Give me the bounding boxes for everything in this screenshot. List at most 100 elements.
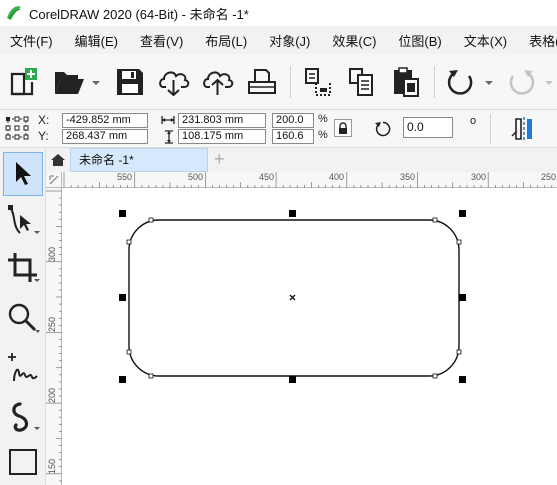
artistic-brush-icon: [12, 402, 40, 432]
ruler-label: 400: [329, 172, 345, 182]
toolbar-separator: [290, 66, 291, 98]
property-bar: X: Y: -429.852 mm 268.437 mm 231.803 mm …: [0, 110, 557, 148]
new-tab-button[interactable]: +: [214, 150, 225, 168]
rectangle-icon: [9, 449, 37, 475]
save-button[interactable]: [112, 64, 148, 100]
redo-button[interactable]: [502, 64, 554, 100]
resize-handle-bottom-right: [459, 376, 466, 383]
corner-node: [148, 373, 154, 379]
freehand-tool[interactable]: [3, 346, 43, 390]
rotation-field[interactable]: 0.0: [403, 117, 453, 138]
reference-point-icon[interactable]: [5, 116, 29, 140]
coreldraw-logo-icon: [7, 6, 21, 20]
shape-tool[interactable]: [3, 198, 43, 242]
pointer-arrow-icon: [16, 162, 31, 185]
ruler-origin-icon: [49, 175, 59, 185]
corner-node: [456, 349, 462, 355]
scale-x-field[interactable]: 200.0: [272, 113, 314, 128]
menu-file[interactable]: 文件(F): [2, 31, 61, 50]
height-field[interactable]: 108.175 mm: [178, 129, 266, 144]
document-tab[interactable]: 未命名 -1*: [70, 148, 208, 172]
redo-icon: [509, 70, 553, 95]
scale-y-field[interactable]: 160.6: [272, 129, 314, 144]
menu-view[interactable]: 查看(V): [132, 31, 191, 50]
y-label: Y:: [38, 129, 49, 143]
vertical-ruler[interactable]: 300 250 200 150: [46, 188, 62, 485]
home-icon: [51, 154, 65, 166]
export-button[interactable]: [344, 64, 380, 100]
ruler-origin[interactable]: [46, 172, 62, 188]
lock-icon: [339, 121, 347, 134]
zoom-tool[interactable]: [3, 296, 43, 340]
ruler-label: 350: [400, 172, 416, 182]
corner-node: [456, 239, 462, 245]
menu-object[interactable]: 对象(J): [261, 31, 318, 50]
canvas-drawing: [119, 210, 466, 383]
height-icon: [165, 130, 173, 144]
resize-handle-left: [119, 294, 126, 301]
crop-tool[interactable]: [3, 246, 43, 290]
menu-bitmaps[interactable]: 位图(B): [390, 31, 449, 50]
scale-y-percent: %: [318, 129, 328, 141]
rounded-rectangle-shape[interactable]: [128, 219, 460, 377]
corner-nodes: [126, 217, 462, 379]
x-label: X:: [38, 113, 50, 127]
pick-tool[interactable]: [3, 152, 43, 196]
menu-layout[interactable]: 布局(L): [197, 31, 255, 50]
width-icon: [161, 116, 175, 124]
title-bar: CorelDRAW 2020 (64-Bit) - 未命名 -1*: [0, 0, 557, 26]
drawing-canvas[interactable]: [62, 188, 557, 485]
corner-node: [432, 217, 438, 223]
center-marker-icon[interactable]: [289, 294, 296, 301]
ruler-label: 300: [47, 246, 57, 262]
selection-handles[interactable]: [119, 210, 466, 383]
open-folder-icon: [55, 72, 100, 94]
rectangle-tool[interactable]: [3, 440, 43, 484]
resize-handle-right: [459, 294, 466, 301]
new-document-icon: [10, 68, 37, 96]
ruler-label: 300: [471, 172, 487, 182]
vertical-ruler-ticks: [46, 190, 62, 482]
import-icon: [305, 68, 331, 96]
ruler-label: 250: [541, 172, 557, 182]
welcome-tab[interactable]: [46, 148, 70, 172]
crop-icon: [8, 253, 40, 282]
lock-ratio-button[interactable]: [334, 119, 352, 137]
paste-icon: [394, 67, 419, 97]
export-icon: [349, 68, 373, 96]
cloud-download-icon: [159, 71, 190, 97]
ruler-label: 500: [188, 172, 204, 182]
horizontal-ruler[interactable]: 550 500 450 400 350 300 250: [62, 172, 557, 188]
cloud-upload-icon: [203, 71, 234, 95]
import-button[interactable]: [300, 64, 336, 100]
scale-x-percent: %: [318, 113, 328, 125]
artistic-media-tool[interactable]: [3, 394, 43, 438]
menu-bar: 文件(F) 编辑(E) 查看(V) 布局(L) 对象(J) 效果(C) 位图(B…: [0, 26, 557, 54]
resize-handle-bottom: [289, 376, 296, 383]
ruler-label: 450: [259, 172, 275, 182]
undo-button[interactable]: [442, 64, 494, 100]
menu-text[interactable]: 文本(X): [456, 31, 515, 50]
rotate-icon: [375, 121, 391, 137]
menu-table[interactable]: 表格(T): [521, 31, 557, 50]
cloud-download-button[interactable]: [156, 64, 192, 100]
x-position-field[interactable]: -429.852 mm: [62, 113, 148, 128]
y-position-field[interactable]: 268.437 mm: [62, 129, 148, 144]
mirror-horizontal-button[interactable]: [508, 115, 540, 143]
freehand-icon: [8, 353, 38, 382]
menu-edit[interactable]: 编辑(E): [67, 31, 126, 50]
print-button[interactable]: [244, 64, 280, 100]
menu-effects[interactable]: 效果(C): [324, 31, 384, 50]
node-edit-icon: [8, 205, 40, 234]
new-document-button[interactable]: [6, 64, 42, 100]
resize-handle-top: [289, 210, 296, 217]
degree-symbol: o: [470, 115, 477, 127]
save-icon: [117, 69, 143, 95]
resize-handle-top-right: [459, 210, 466, 217]
ruler-label: 250: [47, 316, 57, 332]
window-title: CorelDRAW 2020 (64-Bit) - 未命名 -1*: [29, 6, 249, 22]
cloud-upload-button[interactable]: [200, 64, 236, 100]
width-field[interactable]: 231.803 mm: [178, 113, 266, 128]
open-button[interactable]: [50, 64, 104, 100]
paste-button[interactable]: [388, 64, 424, 100]
